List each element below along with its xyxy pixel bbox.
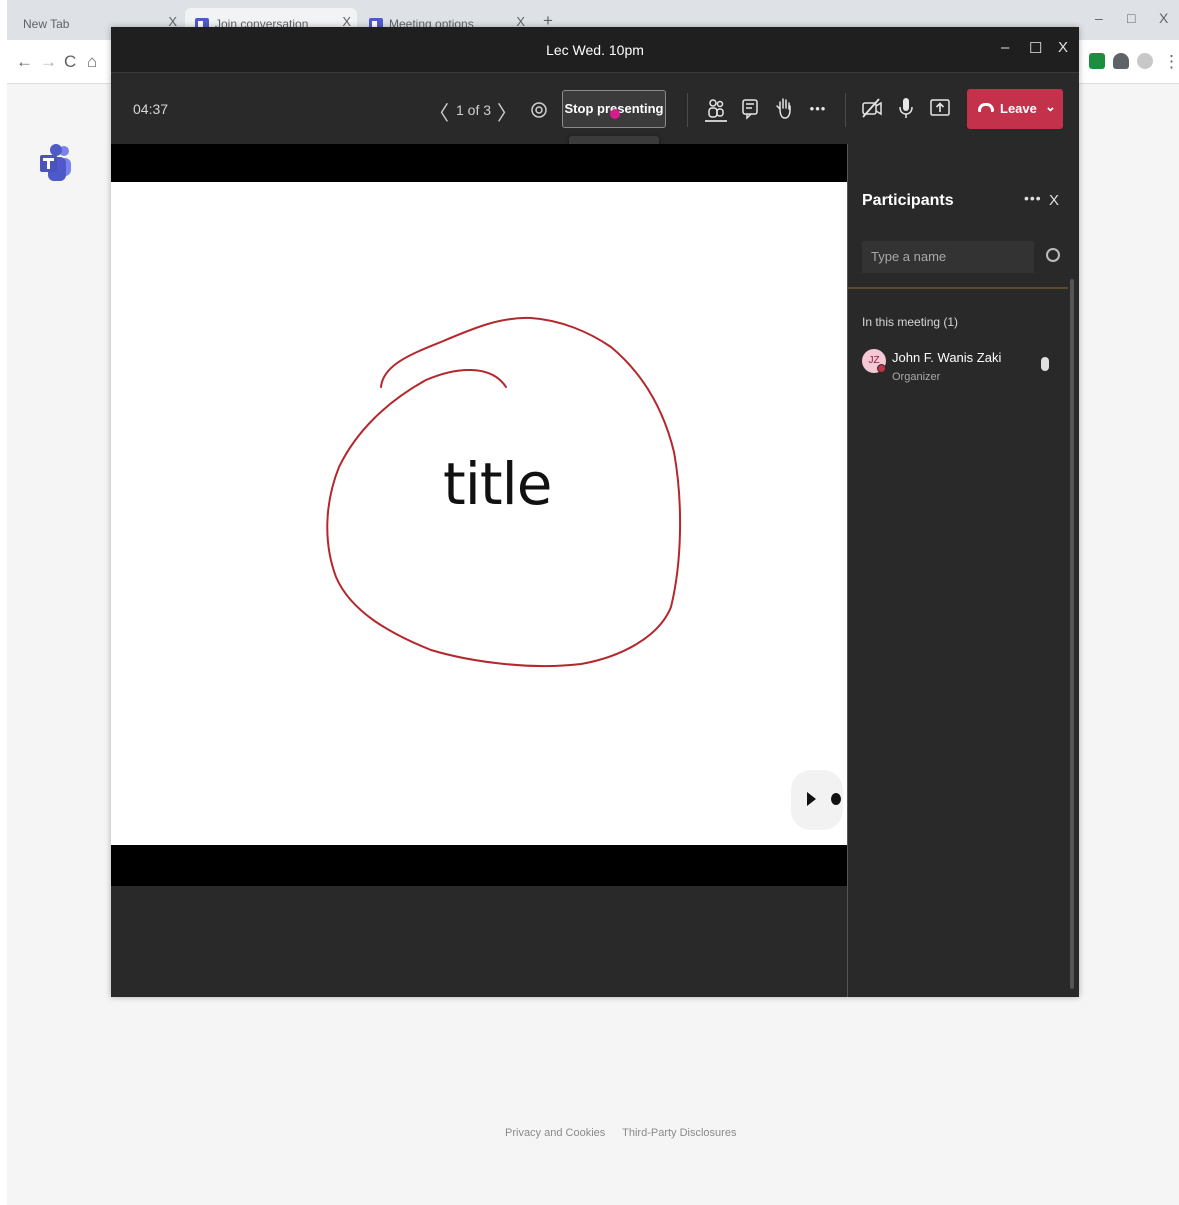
leave-button[interactable]: Leave ⌄ [967, 89, 1063, 129]
participants-panel: Participants ••• X Type a name In this m… [847, 144, 1079, 997]
chat-icon[interactable] [735, 93, 765, 123]
participants-close-icon[interactable]: X [1049, 192, 1059, 209]
participant-mic-icon [1041, 357, 1049, 371]
meeting-minimize-button[interactable]: – [1001, 39, 1009, 56]
raise-hand-icon[interactable] [769, 93, 799, 123]
presentation-stage: title [111, 144, 847, 997]
participant-search-input[interactable]: Type a name [862, 241, 1034, 273]
share-screen-icon[interactable] [925, 93, 955, 123]
meeting-controls-bar: 04:37 〈 1 of 3 〉 Stop presenting ••• Lea… [111, 72, 1079, 144]
previous-slide-button[interactable]: 〈 [429, 97, 449, 126]
meeting-window: Lec Wed. 10pm – ☐ X 04:37 〈 1 of 3 〉 Sto… [111, 27, 1079, 997]
meeting-maximize-button[interactable]: ☐ [1029, 39, 1042, 57]
hang-up-icon [978, 103, 994, 112]
letterbox-top [111, 144, 847, 182]
participants-more-icon[interactable]: ••• [1024, 190, 1042, 206]
meeting-titlebar: Lec Wed. 10pm – ☐ X [111, 27, 1079, 72]
browser-restore-button[interactable]: □ [1127, 10, 1135, 26]
participants-scrollbar[interactable] [1070, 279, 1074, 989]
microphone-icon[interactable] [891, 93, 921, 123]
letterbox-bottom [111, 845, 847, 886]
privacy-link[interactable]: Privacy and Cookies [505, 1127, 605, 1139]
back-icon[interactable]: ← [16, 52, 33, 72]
next-slide-button[interactable]: 〉 [497, 97, 517, 126]
more-actions-icon[interactable]: ••• [803, 93, 833, 123]
share-invite-icon[interactable] [1046, 248, 1060, 262]
extension-icon[interactable] [1089, 53, 1105, 69]
teams-logo-icon [40, 144, 71, 181]
home-icon[interactable]: ⌂ [87, 52, 97, 72]
participant-list: In this meeting (1) JZ John F. Wanis Zak… [848, 287, 1068, 997]
forward-icon[interactable]: → [40, 52, 57, 72]
tab-label: New Tab [23, 17, 70, 31]
people-icon[interactable] [701, 93, 731, 123]
meeting-timer: 04:37 [133, 101, 169, 117]
extensions-puzzle-icon[interactable] [1113, 53, 1129, 69]
mouse-cursor-highlight [610, 109, 620, 119]
slide-page-indicator: 1 of 3 [456, 102, 492, 118]
slide-playback-controls[interactable] [791, 770, 843, 830]
participant-role: Organizer [892, 371, 941, 383]
page-footer: Privacy and Cookies Third-Party Disclosu… [505, 1127, 750, 1139]
screen: New Tab X Join conversation X Meeting op… [7, 0, 1179, 1205]
meeting-close-button[interactable]: X [1058, 39, 1068, 56]
third-party-link[interactable]: Third-Party Disclosures [622, 1127, 736, 1139]
presence-badge [877, 364, 886, 373]
browser-menu-icon[interactable]: ⋮ [1163, 52, 1179, 72]
profile-avatar-icon[interactable] [1137, 53, 1153, 69]
leave-label: Leave [1000, 101, 1037, 116]
meeting-title: Lec Wed. 10pm [546, 42, 644, 58]
shared-slide[interactable]: title [111, 182, 847, 845]
participants-title: Participants [862, 192, 954, 209]
pop-out-icon[interactable] [530, 101, 548, 119]
reload-icon[interactable]: C [64, 52, 76, 72]
participant-name: John F. Wanis Zaki [892, 350, 1002, 365]
browser-minimize-button[interactable]: – [1095, 10, 1103, 26]
chevron-down-icon[interactable]: ⌄ [1045, 99, 1056, 115]
toolbar-divider [687, 93, 688, 127]
record-dot-icon[interactable] [831, 793, 841, 805]
camera-off-icon[interactable] [857, 93, 887, 123]
slide-title: title [443, 450, 552, 518]
browser-close-button[interactable]: X [1159, 10, 1168, 26]
play-icon[interactable] [807, 792, 816, 806]
in-meeting-section-label: In this meeting (1) [862, 315, 959, 329]
toolbar-divider [845, 93, 846, 127]
